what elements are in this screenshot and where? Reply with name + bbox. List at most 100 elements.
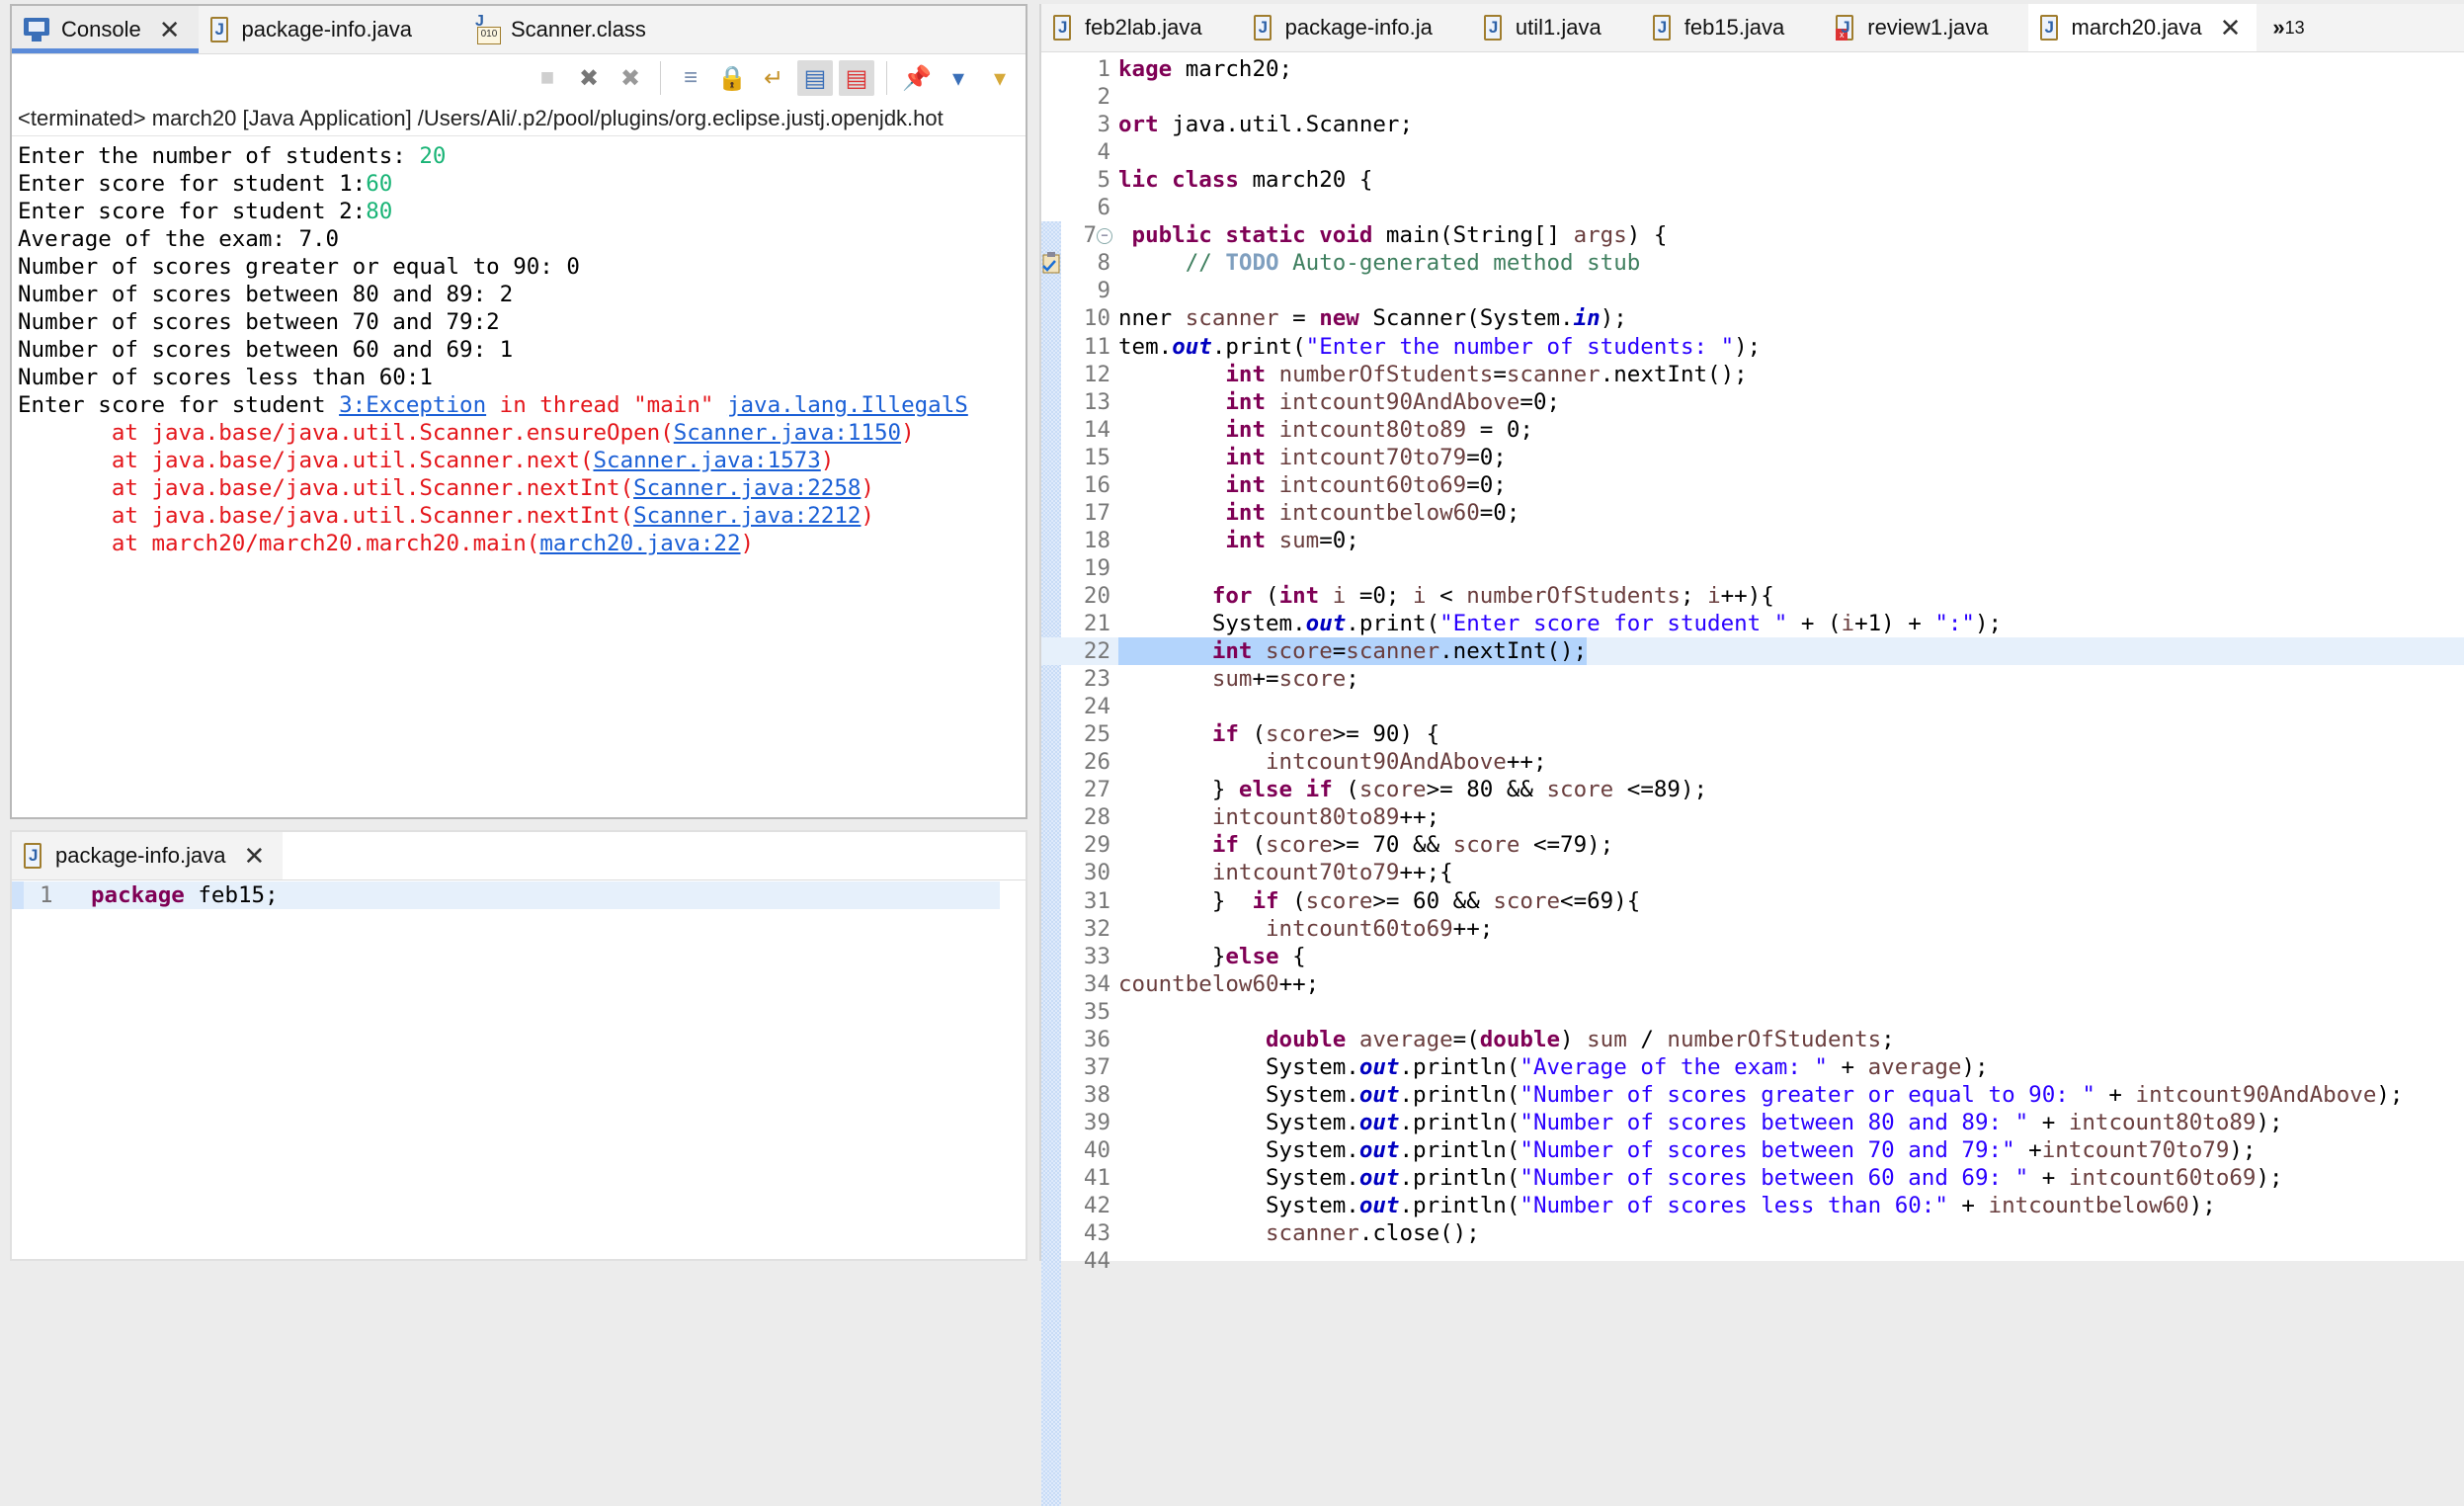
tab-review1-java[interactable]: x review1.java xyxy=(1824,4,2027,51)
close-icon[interactable]: ✕ xyxy=(159,15,181,45)
remove-all-terminated-button[interactable]: ✖ xyxy=(613,60,648,96)
code-line[interactable]: 16 int intcount60to69=0; xyxy=(1041,471,2464,499)
code-line[interactable]: 41 System.out.println("Number of scores … xyxy=(1041,1164,2464,1192)
code-line[interactable]: 17 int intcountbelow60=0; xyxy=(1041,499,2464,527)
code-line[interactable]: 10 nner scanner = new Scanner(System.in); xyxy=(1041,304,2464,332)
code-token: + ( xyxy=(1787,611,1842,636)
console-link[interactable]: Scanner.java:2212 xyxy=(633,503,861,529)
tab-package-info[interactable]: package-info.java ✕ xyxy=(12,832,284,879)
code-line[interactable]: 25 if (score>= 90) { xyxy=(1041,720,2464,748)
code-line[interactable]: 38 System.out.println("Number of scores … xyxy=(1041,1081,2464,1109)
code-line[interactable]: 5 lic class march20 { xyxy=(1041,166,2464,194)
console-link[interactable]: 3:Exception xyxy=(339,392,486,418)
code-line[interactable]: 34 countbelow60++; xyxy=(1041,970,2464,998)
show-on-stdout-icon: ▤ xyxy=(803,64,827,92)
keyword: int xyxy=(1211,638,1253,665)
code-line[interactable]: 6 xyxy=(1041,194,2464,221)
code-line[interactable]: 35 xyxy=(1041,998,2464,1026)
comment: // xyxy=(1185,250,1226,277)
code-line[interactable]: 7− public static void main(String[] args… xyxy=(1041,221,2464,249)
code-line[interactable]: 44 xyxy=(1041,1247,2464,1275)
code-line[interactable]: 18 int sum=0; xyxy=(1041,527,2464,554)
code-line[interactable]: 43 scanner.close(); xyxy=(1041,1219,2464,1247)
code-area[interactable]: 1 kage march20; 2 3 ort java.util.Scanner; 4 5… xyxy=(1041,51,2464,1506)
open-console-button[interactable]: ▾ xyxy=(982,60,1018,96)
show-on-stdout-button[interactable]: ▤ xyxy=(797,60,833,96)
clear-console-button[interactable]: ≡ xyxy=(673,60,708,96)
code-line[interactable]: 3 ort java.util.Scanner; xyxy=(1041,111,2464,138)
code-line[interactable]: 4 xyxy=(1041,138,2464,166)
code-line[interactable]: 21 System.out.print("Enter score for stu… xyxy=(1041,610,2464,637)
tab-feb15-java[interactable]: feb15.java xyxy=(1641,4,1825,51)
code-line[interactable]: 8 // TODO Auto-generated method stub xyxy=(1041,249,2464,277)
code-line[interactable]: 20 for (int i =0; i < numberOfStudents; … xyxy=(1041,582,2464,610)
code-line[interactable]: 39 System.out.println("Number of scores … xyxy=(1041,1109,2464,1136)
code-line[interactable]: 33 }else { xyxy=(1041,943,2464,970)
tab-util1-java[interactable]: util1.java xyxy=(1472,4,1641,51)
code-text: int intcount80to89 = 0; xyxy=(1118,416,1533,444)
static-field: out xyxy=(1172,333,1212,360)
close-icon[interactable]: ✕ xyxy=(2220,13,2242,43)
code-line[interactable]: 37 System.out.println("Average of the ex… xyxy=(1041,1053,2464,1081)
code-line[interactable]: 36 double average=(double) sum / numberO… xyxy=(1041,1026,2464,1053)
word-wrap-button[interactable]: ↵ xyxy=(756,60,791,96)
code-line[interactable]: 15 int intcount70to79=0; xyxy=(1041,444,2464,471)
hidden-tab-count: 13 xyxy=(2284,17,2305,38)
terminate-button[interactable]: ■ xyxy=(530,60,565,96)
code-line[interactable]: 32 intcount60to69++; xyxy=(1041,915,2464,943)
remove-launch-button[interactable]: ✖ xyxy=(571,60,607,96)
collapse-icon[interactable]: − xyxy=(1097,228,1112,245)
code-line[interactable]: 23 sum+=score; xyxy=(1041,665,2464,693)
code-line[interactable]: 19 xyxy=(1041,554,2464,582)
tab-march20-java[interactable]: march20.java ✕ xyxy=(2027,4,2258,51)
code-line[interactable]: 31 } if (score>= 60 && score<=69){ xyxy=(1041,887,2464,915)
code-line[interactable]: 29 if (score>= 70 && score <=79); xyxy=(1041,831,2464,859)
code-line[interactable]: 26 intcount90AndAbove++; xyxy=(1041,748,2464,776)
code-line[interactable]: 42 System.out.println("Number of scores … xyxy=(1041,1192,2464,1219)
console-link[interactable]: march20.java:22 xyxy=(539,531,740,556)
console-line: Enter the number of students: 20 xyxy=(18,142,1026,170)
code-line[interactable]: 2 xyxy=(1041,83,2464,111)
tab-package-info-java[interactable]: package-info.java xyxy=(199,6,430,53)
code-line[interactable]: 14 int intcount80to89 = 0; xyxy=(1041,416,2464,444)
tab-label: feb2lab.java xyxy=(1085,15,1202,40)
keyword: int xyxy=(1225,471,1267,498)
keyword: for xyxy=(1211,582,1253,609)
pin-console-button[interactable]: 📌 xyxy=(899,60,935,96)
console-link[interactable]: Scanner.java:1150 xyxy=(674,420,901,446)
code-line[interactable]: 27 } else if (score>= 80 && score <=89); xyxy=(1041,776,2464,803)
identifier: score xyxy=(1493,887,1561,914)
console-output[interactable]: Enter the number of students: 20 Enter sc… xyxy=(12,136,1026,557)
tab-package-info-ja[interactable]: package-info.ja xyxy=(1242,4,1472,51)
code-line[interactable]: 30 intcount70to79++;{ xyxy=(1041,859,2464,886)
tab-scanner-class[interactable]: J 010 Scanner.class xyxy=(459,6,664,53)
code-line[interactable]: 13 int intcount90AndAbove=0; xyxy=(1041,388,2464,416)
console-link[interactable]: Scanner.java:1573 xyxy=(593,448,820,473)
code-token: =0; xyxy=(1319,527,1359,553)
code-line[interactable]: 9 xyxy=(1041,277,2464,304)
code-line[interactable]: 12 int numberOfStudents=scanner.nextInt(… xyxy=(1041,361,2464,388)
console-link[interactable]: java.lang.IllegalS xyxy=(727,392,968,418)
code-line[interactable]: 1 kage march20; xyxy=(1041,55,2464,83)
close-icon[interactable]: ✕ xyxy=(243,841,265,872)
scroll-lock-button[interactable]: 🔒 xyxy=(714,60,750,96)
code-line[interactable]: 11 tem.out.print("Enter the number of stu… xyxy=(1041,333,2464,361)
more-tabs-button[interactable]: » 13 xyxy=(2257,4,2304,51)
tab-label: Scanner.class xyxy=(510,17,646,42)
code-line[interactable]: 28 intcount80to89++; xyxy=(1041,803,2464,831)
code-line[interactable]: 40 System.out.println("Number of scores … xyxy=(1041,1136,2464,1164)
display-console-button[interactable]: ▾ xyxy=(941,60,976,96)
code-line[interactable]: 22 int score=scanner.nextInt(); xyxy=(1041,637,2464,666)
show-on-stderr-button[interactable]: ▤ xyxy=(839,60,874,96)
code-line[interactable]: 1 package feb15; xyxy=(12,881,1000,909)
code-token: ++; xyxy=(1399,804,1440,831)
console-text: Enter score for student xyxy=(18,392,340,418)
code-line[interactable]: 24 xyxy=(1041,693,2464,720)
console-link[interactable]: Scanner.java:2258 xyxy=(633,475,861,501)
tab-console[interactable]: Console ✕ xyxy=(12,6,199,53)
tab-feb2lab-java[interactable]: feb2lab.java xyxy=(1041,4,1242,51)
